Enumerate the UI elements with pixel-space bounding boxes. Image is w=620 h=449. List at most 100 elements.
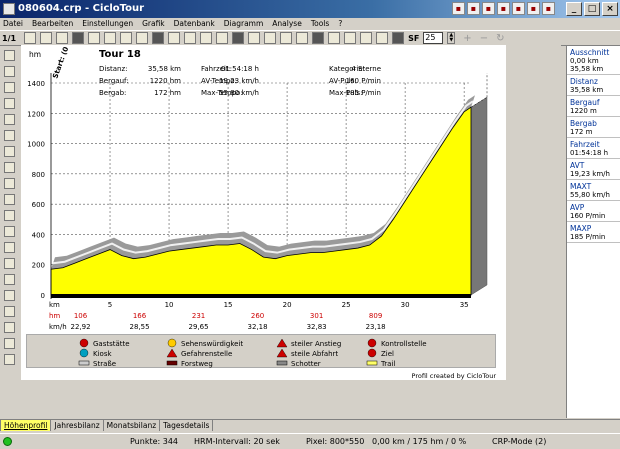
menu-item-8[interactable]: ? <box>338 18 342 30</box>
toolbar-tool-icon[interactable] <box>40 32 53 44</box>
left-tool-icon[interactable] <box>3 146 15 157</box>
sidebar-stat-value: 35,58 km <box>570 86 604 94</box>
left-tool-icon[interactable] <box>3 274 15 285</box>
left-tool-icon[interactable] <box>3 258 15 269</box>
toolbar-tool-icon[interactable] <box>136 32 149 44</box>
minus-icon[interactable]: − <box>480 33 488 44</box>
toolbar-tool-icon[interactable] <box>248 32 261 44</box>
tray-tool-icon[interactable]: ▪ <box>542 2 555 15</box>
left-tool-icon[interactable] <box>3 50 15 61</box>
kmh-segment-value: 22,92 <box>70 323 90 331</box>
toolbar-tool-icon[interactable] <box>264 32 277 44</box>
goal-flag-icon <box>367 348 377 358</box>
sidebar-stat-value: 172 m <box>570 128 593 136</box>
x-tick-label: 35 <box>460 301 469 309</box>
street-icon <box>78 360 90 366</box>
left-tool-icon[interactable] <box>3 194 15 205</box>
tab-2[interactable]: Monatsbilanz <box>102 419 161 431</box>
toolbar-tool-icon[interactable] <box>104 32 117 44</box>
stats-sidebar: Ausschnitt 0,00 km 35,58 km Distanz 35,58 km… <box>566 46 620 418</box>
toolbar-tool-icon[interactable] <box>152 32 165 44</box>
stat-value: Bergab: <box>99 89 126 97</box>
left-tool-icon[interactable] <box>3 322 15 333</box>
legend-label: steiler Anstieg <box>291 340 341 348</box>
toolbar-tool-icon[interactable] <box>24 32 37 44</box>
toolbar-tool-icon[interactable] <box>328 32 341 44</box>
tab-3[interactable]: Tagesdetails <box>159 419 214 431</box>
left-tool-icon[interactable] <box>3 338 15 349</box>
menu-item-7[interactable]: Tools <box>311 18 329 30</box>
tray-tool-icon[interactable]: ▪ <box>497 2 510 15</box>
left-tool-icon[interactable] <box>3 130 15 141</box>
stat-value: 35,58 km <box>148 65 181 73</box>
left-tool-icon[interactable] <box>3 114 15 125</box>
minimize-button[interactable]: _ <box>566 2 582 16</box>
tray-tool-icon[interactable]: ▪ <box>482 2 495 15</box>
hm-segment-value: 166 <box>133 312 147 320</box>
y-tick-label: 0 <box>41 292 45 300</box>
toolbar-tool-icon[interactable] <box>280 32 293 44</box>
maximize-button[interactable]: □ <box>584 2 600 16</box>
sf-label: SF <box>408 33 420 43</box>
sidebar-stat-label: AVP <box>570 203 585 212</box>
tab-0[interactable]: Höhenprofil <box>0 419 52 431</box>
toolbar-tool-icon[interactable] <box>168 32 181 44</box>
sf-spinner[interactable]: ▲ ▼ <box>447 32 456 44</box>
sidebar-stat-value: 0,00 km <box>570 57 599 65</box>
left-tool-icon[interactable] <box>3 306 15 317</box>
tour-title: Tour 18 <box>99 49 141 60</box>
left-tool-icon[interactable] <box>3 226 15 237</box>
left-tool-icon[interactable] <box>3 178 15 189</box>
tray-tool-icon[interactable]: ▪ <box>512 2 525 15</box>
toolbar-tool-icon[interactable] <box>232 32 245 44</box>
left-tool-icon[interactable] <box>3 66 15 77</box>
menu-item-2[interactable]: Einstellungen <box>82 18 133 30</box>
plus-icon[interactable]: + <box>463 33 471 44</box>
left-tool-icon[interactable] <box>3 354 15 365</box>
sf-input[interactable]: 25 <box>423 32 444 44</box>
toolbar-tool-icon[interactable] <box>392 32 405 44</box>
sidebar-stat-value: 01:54:18 h <box>570 149 609 157</box>
toolbar-tool-icon[interactable] <box>56 32 69 44</box>
toolbar-tool-icon[interactable] <box>120 32 133 44</box>
menu-item-6[interactable]: Analyse <box>272 18 302 30</box>
close-button[interactable]: × <box>602 2 618 16</box>
menu-item-3[interactable]: Grafik <box>142 18 165 30</box>
kmh-segment-value: 29,65 <box>189 323 209 331</box>
sidebar-stat: AVP 160 P/min <box>567 201 620 222</box>
toolbar-tool-icon[interactable] <box>184 32 197 44</box>
left-tool-icon[interactable] <box>3 98 15 109</box>
smiley-icon <box>167 338 177 348</box>
stat-value: 55,80 km/h <box>219 89 259 97</box>
chart-area: 0 200 400 600 800 1000 1200 1400 hm Start: (0 Tour… <box>21 45 561 420</box>
left-tool-icon[interactable] <box>3 82 15 93</box>
menu-item-4[interactable]: Datenbank <box>174 18 215 30</box>
toolbar-tool-icon[interactable] <box>376 32 389 44</box>
menu-item-1[interactable]: Bearbeiten <box>32 18 73 30</box>
menu-item-0[interactable]: Datei <box>3 18 23 30</box>
toolbar-tool-icon[interactable] <box>312 32 325 44</box>
toolbar-tool-icon[interactable] <box>360 32 373 44</box>
toolbar-tool-icon[interactable] <box>88 32 101 44</box>
left-tool-icon[interactable] <box>3 162 15 173</box>
toolbar-tool-icon[interactable] <box>200 32 213 44</box>
y-tick-label: 1400 <box>27 80 45 88</box>
left-tool-icon[interactable] <box>3 242 15 253</box>
hm-segment-value: 106 <box>74 312 88 320</box>
refresh-icon[interactable]: ↻ <box>496 33 504 44</box>
left-tool-icon[interactable] <box>3 290 15 301</box>
toolbar-tool-icon[interactable] <box>296 32 309 44</box>
steep-descent-icon <box>276 348 288 358</box>
tray-tool-icon[interactable]: ▪ <box>467 2 480 15</box>
menu-item-5[interactable]: Diagramm <box>224 18 264 30</box>
forest-road-icon <box>166 360 178 366</box>
toolbar-tool-icon[interactable] <box>72 32 85 44</box>
tray-tool-icon[interactable]: ▪ <box>452 2 465 15</box>
toolbar-tool-icon[interactable] <box>344 32 357 44</box>
left-tool-icon[interactable] <box>3 210 15 221</box>
legend-label: Kontrollstelle <box>381 340 427 348</box>
tab-1[interactable]: Jahresbilanz <box>50 419 104 431</box>
tray-tool-icon[interactable]: ▪ <box>527 2 540 15</box>
toolbar-tool-icon[interactable] <box>216 32 229 44</box>
app-icon <box>3 3 15 15</box>
